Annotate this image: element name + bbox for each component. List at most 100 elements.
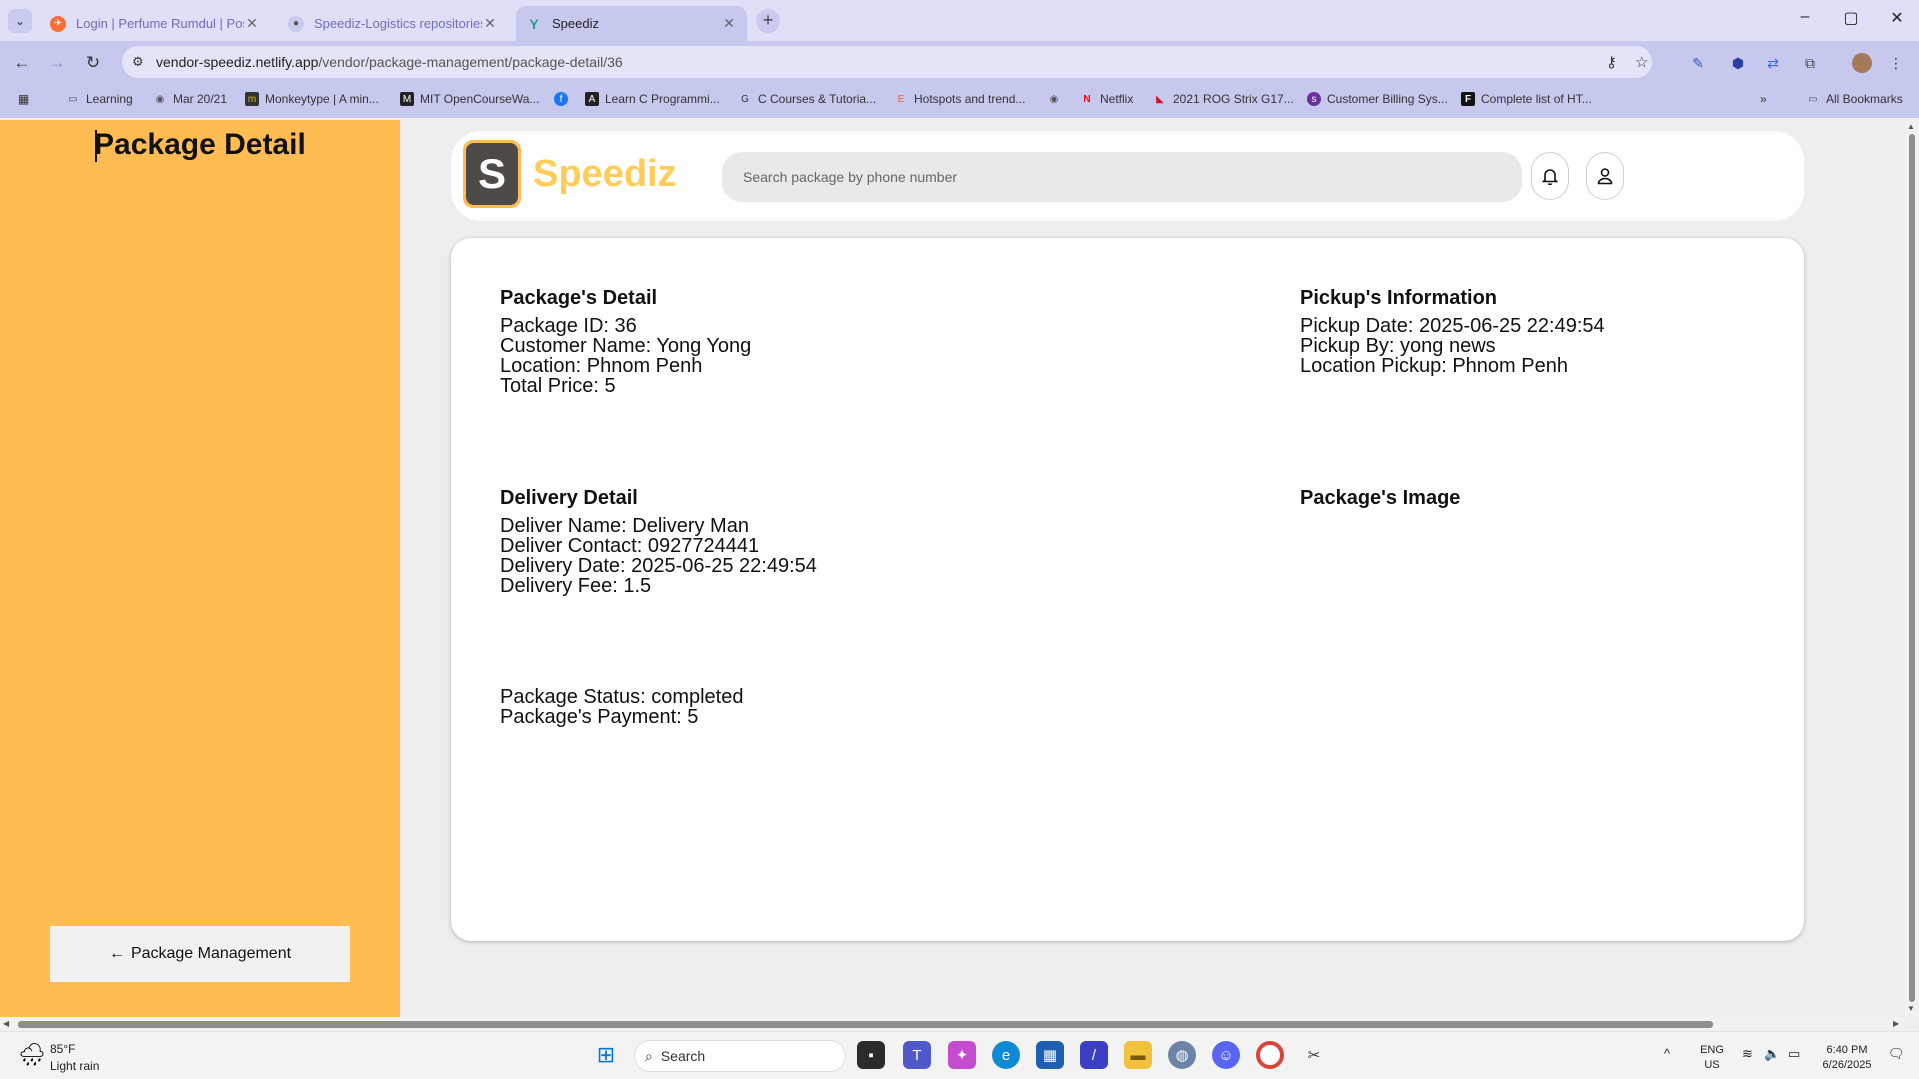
wifi-icon[interactable]: ≋ xyxy=(1742,1046,1753,1062)
battery-icon[interactable]: ▭ xyxy=(1788,1046,1800,1062)
horizontal-scroll-thumb[interactable] xyxy=(18,1021,1713,1028)
monkeytype-icon: m xyxy=(245,92,259,106)
close-tab-icon[interactable]: ✕ xyxy=(244,15,260,32)
bookmark-globe[interactable]: ◉ xyxy=(1047,92,1067,106)
vertical-scroll-thumb[interactable] xyxy=(1909,134,1915,1002)
close-window-icon[interactable]: ✕ xyxy=(1882,8,1912,28)
bookmark-learnc[interactable]: A Learn C Programmi... xyxy=(585,92,720,106)
site-info-icon[interactable]: ⚙ xyxy=(132,54,144,70)
volume-icon[interactable]: 🔈 xyxy=(1764,1046,1780,1062)
scroll-up-icon[interactable]: ▲ xyxy=(1907,122,1915,131)
tab-github[interactable]: ● Speediz-Logistics repositories ✕ xyxy=(278,6,508,41)
bookmark-learning[interactable]: ▭ Learning xyxy=(66,92,132,106)
tab-title: Login | Perfume Rumdul | Postm xyxy=(76,16,244,31)
editor-icon[interactable]: / xyxy=(1080,1041,1108,1069)
ff-icon: F xyxy=(1461,92,1475,106)
close-tab-icon[interactable]: ✕ xyxy=(482,15,498,32)
all-bookmarks[interactable]: ▭ All Bookmarks xyxy=(1806,92,1902,106)
header-bar: S Speediz xyxy=(451,131,1804,221)
address-bar[interactable]: ⚙ vendor-speediz.netlify.app/vendor/pack… xyxy=(122,46,1652,78)
bookmark-billing[interactable]: s Customer Billing Sys... xyxy=(1307,92,1448,106)
globe-app-icon[interactable]: ◍ xyxy=(1168,1041,1196,1069)
apps-grid-icon[interactable]: ▦ xyxy=(18,92,29,106)
bookmark-facebook[interactable]: f xyxy=(554,92,574,106)
weather-rain-icon[interactable]: 🌧 xyxy=(18,1042,46,1068)
url-host: vendor-speediz.netlify.app xyxy=(156,54,319,70)
show-hidden-icons[interactable]: ^ xyxy=(1664,1046,1670,1061)
bookmark-label: Monkeytype | A min... xyxy=(265,92,379,106)
bookmark-c-courses[interactable]: G C Courses & Tutoria... xyxy=(738,92,876,106)
chrome-icon[interactable] xyxy=(1256,1041,1284,1069)
bookmark-mit[interactable]: M MIT OpenCourseWa... xyxy=(400,92,539,106)
menu-dots-icon[interactable]: ⋮ xyxy=(1886,53,1906,73)
maximize-icon[interactable]: ▢ xyxy=(1836,8,1866,28)
netflix-icon: N xyxy=(1083,93,1091,105)
bookmark-label: Hotspots and trend... xyxy=(914,92,1026,106)
search-input[interactable] xyxy=(722,152,1522,202)
scroll-left-icon[interactable]: ◀ xyxy=(3,1019,9,1028)
reload-icon[interactable]: ↻ xyxy=(79,49,107,77)
discord-icon[interactable]: ☺ xyxy=(1212,1041,1240,1069)
globe-icon: ◉ xyxy=(155,93,165,105)
tab-search-icon[interactable]: ⌄ xyxy=(8,9,32,33)
horizontal-scrollbar[interactable]: ◀ ▶ xyxy=(0,1017,1905,1031)
clock-time[interactable]: 6:40 PM xyxy=(1812,1044,1882,1056)
package-status: Package Status: completed xyxy=(500,686,744,708)
forward-icon[interactable]: → xyxy=(43,49,71,77)
extension-pen-icon[interactable]: ✎ xyxy=(1688,53,1708,73)
vertical-scrollbar[interactable]: ▲ ▼ xyxy=(1905,120,1919,1017)
translate-icon[interactable]: ⇄ xyxy=(1763,53,1783,73)
bookmark-html[interactable]: F Complete list of HT... xyxy=(1461,92,1592,106)
password-key-icon[interactable]: ⚷ xyxy=(1606,53,1617,71)
bookmark-hotspots[interactable]: E Hotspots and trend... xyxy=(894,92,1026,106)
tab-postman[interactable]: ✈ Login | Perfume Rumdul | Postm ✕ xyxy=(40,6,270,41)
new-tab-button[interactable]: + xyxy=(756,9,780,33)
search-icon: ⌕ xyxy=(645,1047,653,1064)
bookmark-label: Customer Billing Sys... xyxy=(1327,92,1448,106)
notifications-icon[interactable]: 🗨 xyxy=(1888,1046,1905,1062)
package-management-button[interactable]: ← Package Management xyxy=(50,926,350,982)
delivery-detail-section: Delivery Detail Deliver Name: Delivery M… xyxy=(500,487,817,596)
copilot-icon[interactable]: ✦ xyxy=(948,1041,976,1069)
minimize-icon[interactable]: – xyxy=(1790,8,1820,26)
package-image-section: Package's Image xyxy=(1300,487,1460,516)
task-view-icon[interactable]: ▪ xyxy=(857,1041,885,1069)
user-profile-icon[interactable] xyxy=(1586,152,1624,200)
section-title: Delivery Detail xyxy=(500,487,638,509)
hotspots-icon: E xyxy=(897,93,905,105)
tab-speediz[interactable]: Y Speediz ✕ xyxy=(516,6,747,41)
facebook-icon: f xyxy=(554,92,568,106)
taskbar-search[interactable]: ⌕ Search xyxy=(634,1040,846,1072)
delivery-date: Delivery Date: 2025-06-25 22:49:54 xyxy=(500,555,817,577)
snipping-tool-icon[interactable]: ✂ xyxy=(1300,1041,1328,1069)
edge-icon[interactable]: e xyxy=(992,1041,1020,1069)
extension-badge-icon[interactable]: ⬢ xyxy=(1728,53,1748,73)
bookmark-label: C Courses & Tutoria... xyxy=(758,92,877,106)
teams-icon[interactable]: T xyxy=(903,1041,931,1069)
language-bottom[interactable]: US xyxy=(1692,1059,1732,1071)
section-title: Package's Image xyxy=(1300,487,1461,509)
close-tab-icon[interactable]: ✕ xyxy=(721,15,737,32)
file-explorer-icon[interactable]: ▬ xyxy=(1124,1041,1152,1069)
browser-toolbar: ← → ↻ ⚙ vendor-speediz.netlify.app/vendo… xyxy=(0,41,1919,83)
bookmark-rog[interactable]: ◣ 2021 ROG Strix G17... xyxy=(1153,92,1294,106)
language-top[interactable]: ENG xyxy=(1692,1044,1732,1056)
bookmark-netflix[interactable]: N Netflix xyxy=(1080,92,1133,106)
store-icon[interactable]: ▦ xyxy=(1036,1041,1064,1069)
folder-icon: ▭ xyxy=(68,93,78,105)
bookmark-mar[interactable]: ◉ Mar 20/21 xyxy=(153,92,227,106)
notification-bell-icon[interactable] xyxy=(1531,152,1569,200)
speediz-logo[interactable]: S xyxy=(463,140,521,208)
bookmark-star-icon[interactable]: ☆ xyxy=(1635,53,1648,71)
more-bookmarks-icon[interactable]: » xyxy=(1760,92,1767,106)
windows-start-icon[interactable]: ⊞ xyxy=(592,1041,620,1069)
logo-letter: S xyxy=(466,143,518,205)
clock-date[interactable]: 6/26/2025 xyxy=(1812,1059,1882,1071)
scroll-right-icon[interactable]: ▶ xyxy=(1893,1019,1899,1028)
taskbar-search-label: Search xyxy=(660,1048,706,1064)
bookmark-monkeytype[interactable]: m Monkeytype | A min... xyxy=(245,92,379,106)
extensions-puzzle-icon[interactable]: ⧉ xyxy=(1800,53,1820,73)
scroll-down-icon[interactable]: ▼ xyxy=(1907,1004,1915,1013)
profile-avatar-icon[interactable] xyxy=(1852,53,1872,73)
back-icon[interactable]: ← xyxy=(8,49,36,77)
